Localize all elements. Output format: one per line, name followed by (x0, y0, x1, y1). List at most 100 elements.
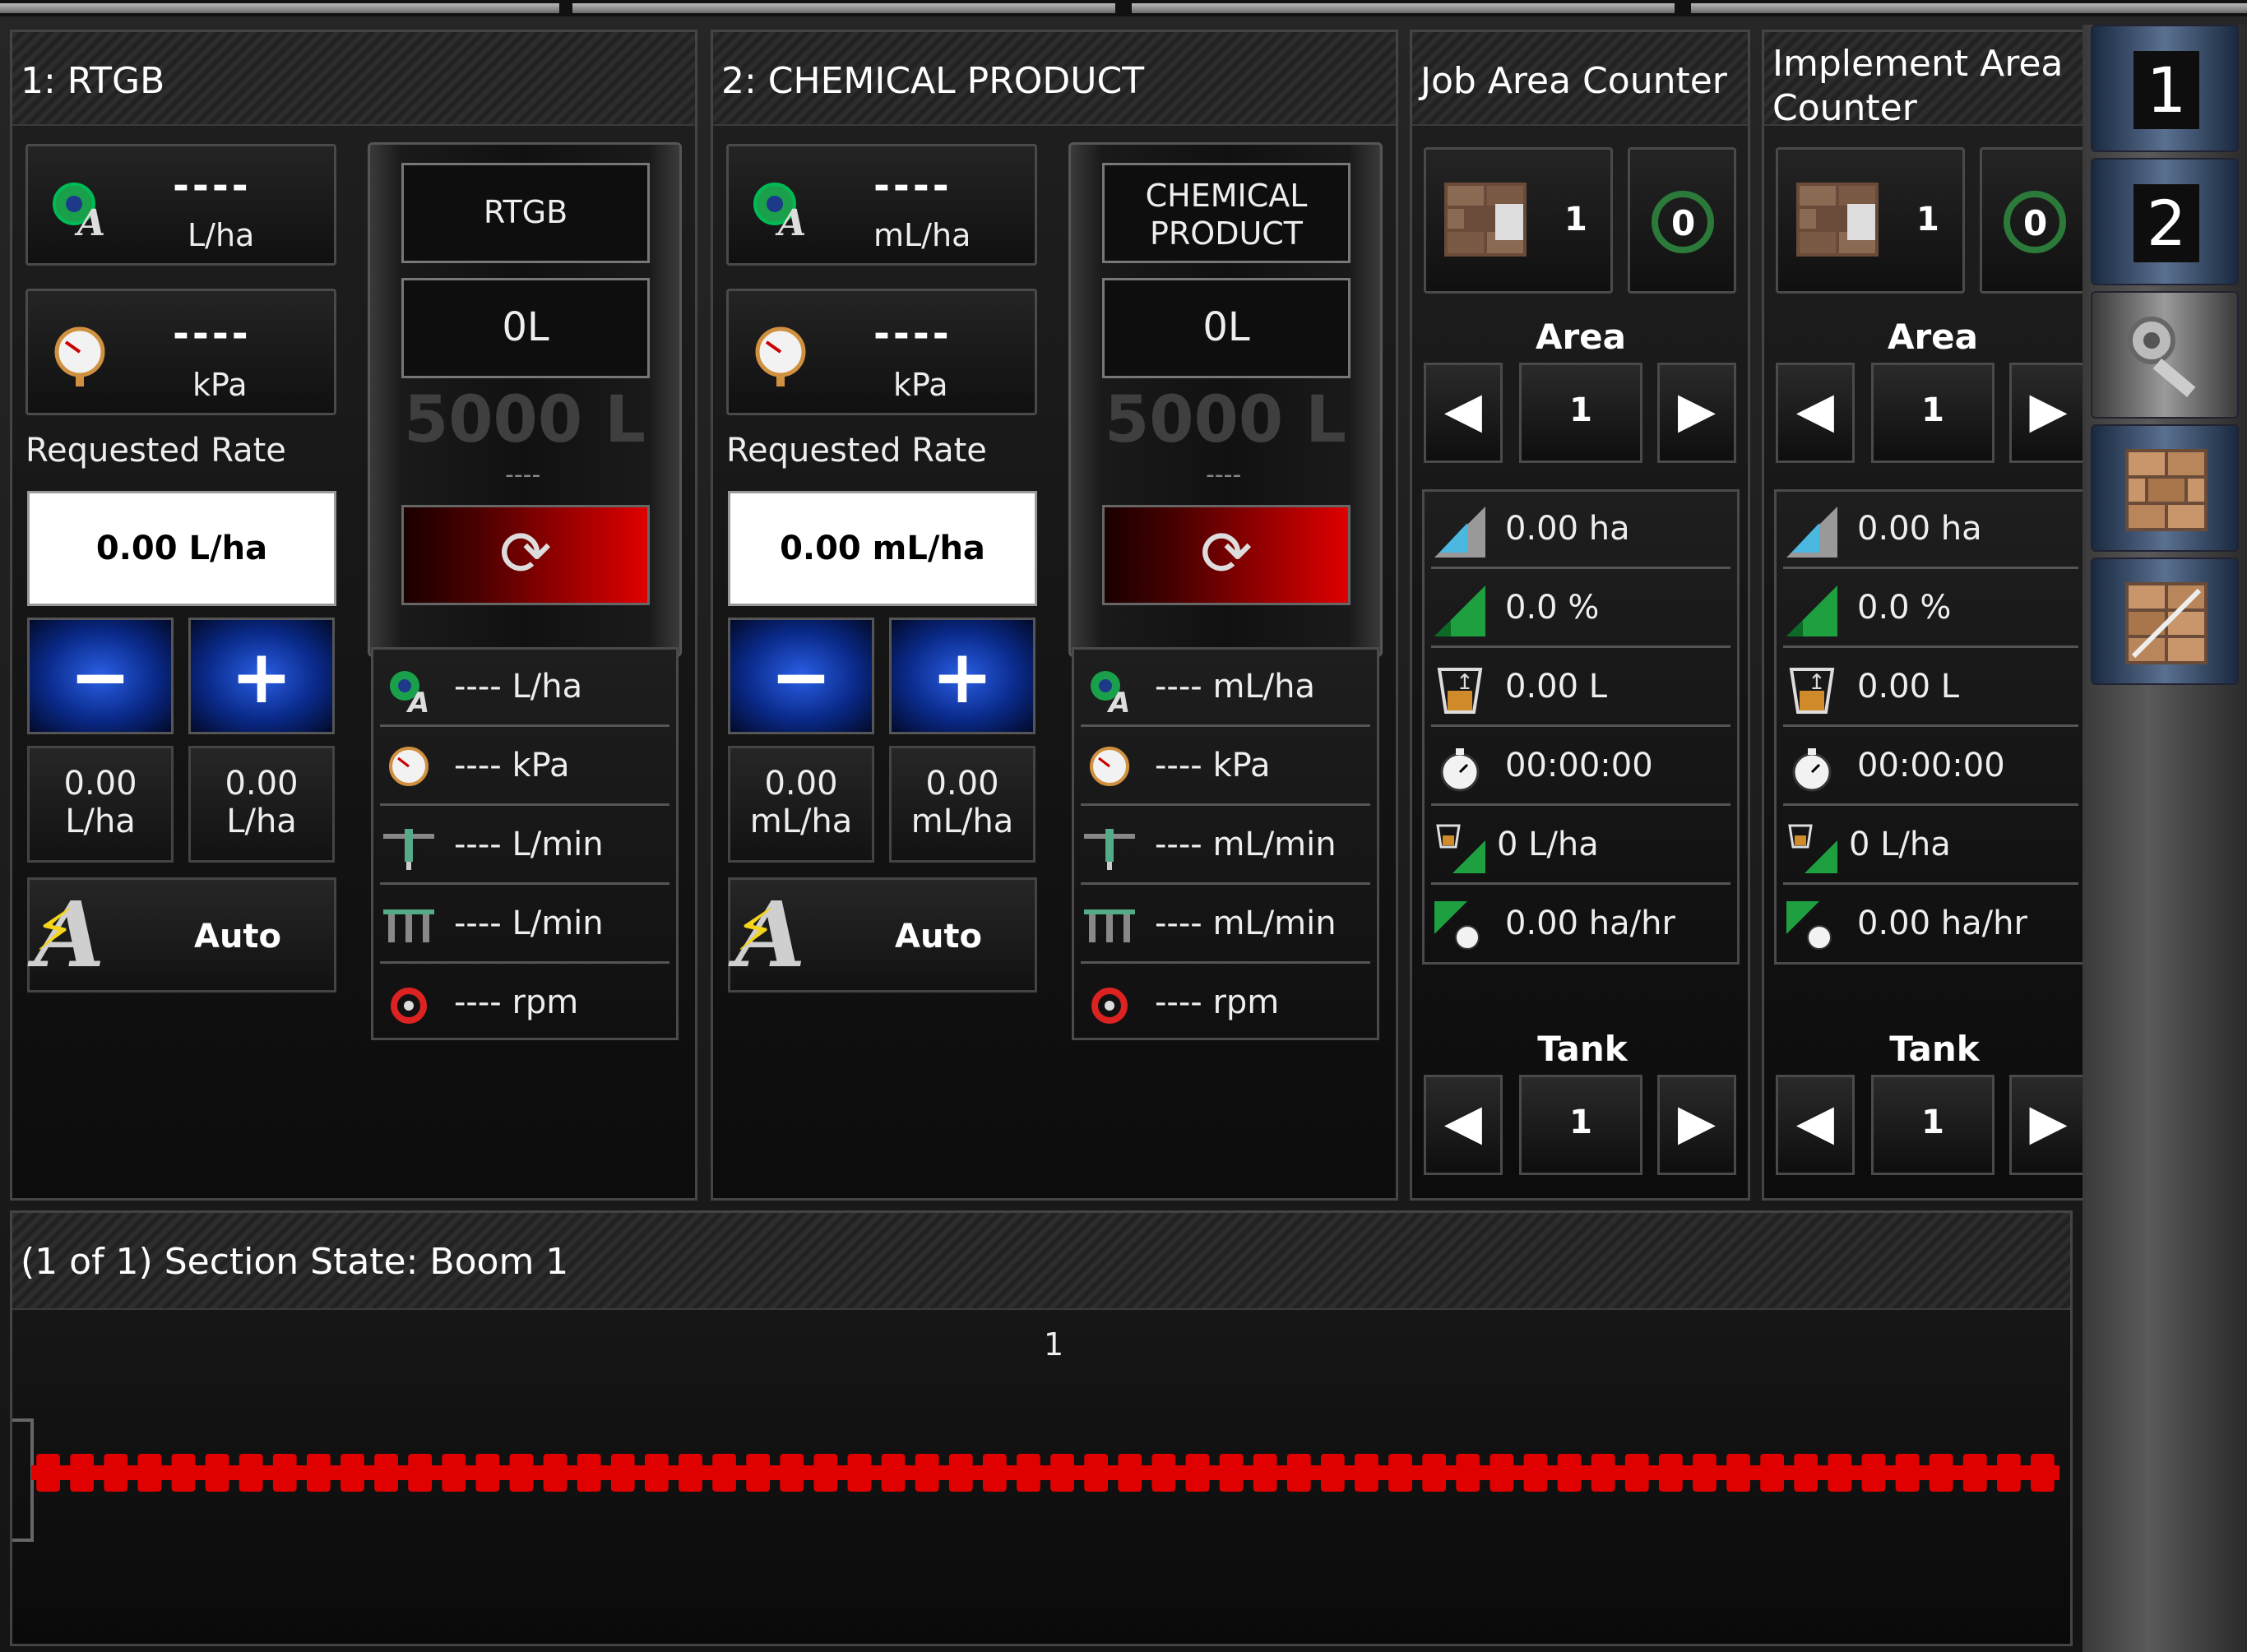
boom-nozzle (104, 1454, 128, 1492)
tank-widget[interactable]: RTGB 0L 5000 L ---- ⟳ (368, 142, 682, 657)
percent-covered-icon (1434, 585, 1485, 636)
screen-2-button[interactable]: 2 (2091, 158, 2239, 285)
field-edit-button[interactable] (2091, 558, 2239, 685)
boom-nozzle-row[interactable] (31, 1454, 2059, 1492)
boom-nozzle (137, 1454, 162, 1492)
boom-nozzle (1828, 1454, 1852, 1492)
boom-nozzle (847, 1454, 872, 1492)
readout-pressure: ---- kPa (454, 747, 570, 784)
readout-rate: ---- L/ha (454, 668, 583, 706)
volume-applied-icon: ↥ (1437, 668, 1483, 714)
product-title: 1: RTGB (21, 60, 165, 102)
requested-rate-field[interactable]: 0.00 mL/ha (728, 491, 1037, 606)
boom-nozzle (509, 1454, 534, 1492)
area-next-button[interactable]: ▶ (1657, 363, 1736, 463)
pressure-gauge-icon (54, 326, 105, 386)
work-rate-icon (1786, 901, 1832, 950)
rate-increase-button[interactable]: + (188, 618, 335, 734)
requested-rate-field[interactable]: 0.00 L/ha (27, 491, 336, 606)
job-area-counter-panel: Job Area Counter 1 0 Area ◀ 1 ▶ 0.00 ha … (1410, 30, 1750, 1201)
stat-percent: 0.0 % (1505, 589, 1600, 627)
tank-prev-button[interactable]: ◀ (1776, 1075, 1855, 1175)
actual-rate-box[interactable]: A ---- mL/ha (726, 144, 1037, 266)
tank-capacity: 5000 L (1105, 383, 1346, 457)
preset-rate-1[interactable]: 0.00 mL/ha (728, 746, 874, 863)
auto-mode-button[interactable]: A ⚡ Auto (728, 877, 1037, 993)
stat-volume: 0.00 L (1505, 668, 1608, 706)
boom-nozzle (1320, 1454, 1345, 1492)
tank-prev-button[interactable]: ◀ (1424, 1075, 1503, 1175)
svg-text:↥: ↥ (1808, 670, 1826, 695)
rate-sensor-icon: A (753, 183, 806, 242)
area-value[interactable]: 1 (1519, 363, 1642, 463)
preset-rate-1[interactable]: 0.00 L/ha (27, 746, 174, 863)
reset-counter-button[interactable]: 0 (1628, 147, 1736, 294)
boom-nozzle (577, 1454, 601, 1492)
refresh-icon: ⟳ (499, 516, 552, 590)
tank-refill-button[interactable]: ⟳ (1102, 505, 1351, 605)
area-next-button[interactable]: ▶ (2009, 363, 2085, 463)
boom-nozzle (1557, 1454, 1582, 1492)
stat-work-rate: 0.00 ha/hr (1857, 905, 2027, 942)
auto-mode-button[interactable]: A ⚡ Auto (27, 877, 336, 993)
boom-nozzle (1895, 1454, 1920, 1492)
svg-text:A: A (405, 687, 429, 715)
boom-nozzle (1017, 1454, 1040, 1492)
stat-time: 00:00:00 (1857, 747, 2005, 784)
boom-nozzle (644, 1454, 669, 1492)
field-selector[interactable]: 1 (1776, 147, 1965, 294)
rate-decrease-button[interactable]: − (27, 618, 174, 734)
tank-next-button[interactable]: ▶ (1657, 1075, 1736, 1175)
rate-decrease-button[interactable]: − (728, 618, 874, 734)
pressure-box[interactable]: ---- kPa (25, 289, 336, 415)
lightning-icon: ⚡ (735, 896, 776, 964)
svg-text:A: A (74, 202, 105, 242)
stat-avg-rate: 0 L/ha (1849, 826, 1951, 863)
boom-number-label: 1 (1044, 1326, 1064, 1363)
tank-widget[interactable]: CHEMICAL PRODUCT 0L 5000 L ---- ⟳ (1068, 142, 1383, 657)
boom-nozzle (1693, 1454, 1717, 1492)
tank-refill-button[interactable]: ⟳ (401, 505, 650, 605)
percent-covered-icon (1786, 585, 1837, 636)
boom-bar (31, 1465, 2059, 1480)
tank-next-button[interactable]: ▶ (2009, 1075, 2085, 1175)
tank-value[interactable]: 1 (1519, 1075, 1642, 1175)
field-bricks-icon (1796, 183, 1879, 257)
settings-button[interactable] (2091, 291, 2239, 419)
readout-rpm: ---- rpm (454, 983, 579, 1021)
area-prev-button[interactable]: ◀ (1424, 363, 1503, 463)
section-header: (1 of 1) Section State: Boom 1 (12, 1213, 2070, 1310)
screen-1-button[interactable]: 1 (2091, 25, 2239, 152)
actual-rate-box[interactable]: A ---- L/ha (25, 144, 336, 266)
boom-nozzle (70, 1454, 95, 1492)
area-prev-button[interactable]: ◀ (1776, 363, 1855, 463)
rate-increase-button[interactable]: + (889, 618, 1035, 734)
boom-nozzle (712, 1454, 736, 1492)
boom-nozzle (239, 1454, 263, 1492)
readout-pressure: ---- kPa (1155, 747, 1271, 784)
preset-rate-2[interactable]: 0.00 L/ha (188, 746, 335, 863)
pressure-unit: kPa (192, 367, 248, 403)
tank-value[interactable]: 1 (1871, 1075, 1995, 1175)
readout-rate: ---- mL/ha (1155, 668, 1316, 706)
area-covered-icon (1786, 507, 1837, 558)
svg-text:0: 0 (1671, 203, 1695, 243)
area-value[interactable]: 1 (1871, 363, 1995, 463)
refresh-icon: ⟳ (1200, 516, 1253, 590)
counter-stats-list: 0.00 ha 0.0 % ↥ 0.00 L 00:00:00 0 L/ha 0… (1422, 489, 1740, 965)
boom-nozzle (1388, 1454, 1412, 1492)
pressure-gauge-icon (755, 326, 806, 386)
boom-nozzle (1929, 1454, 1953, 1492)
pump-rpm-icon (391, 988, 427, 1024)
boom-nozzle (374, 1454, 398, 1492)
reset-counter-button[interactable]: 0 (1980, 147, 2088, 294)
field-button[interactable] (2091, 424, 2239, 552)
tank-name: RTGB (401, 163, 650, 263)
section-title: (1 of 1) Section State: Boom 1 (21, 1241, 569, 1283)
lightning-icon: ⚡ (35, 896, 76, 964)
field-selector[interactable]: 1 (1424, 147, 1613, 294)
boom-nozzle (1624, 1454, 1649, 1492)
counter-header: Implement Area Counter (1764, 32, 2083, 129)
pressure-box[interactable]: ---- kPa (726, 289, 1037, 415)
preset-rate-2[interactable]: 0.00 mL/ha (889, 746, 1035, 863)
